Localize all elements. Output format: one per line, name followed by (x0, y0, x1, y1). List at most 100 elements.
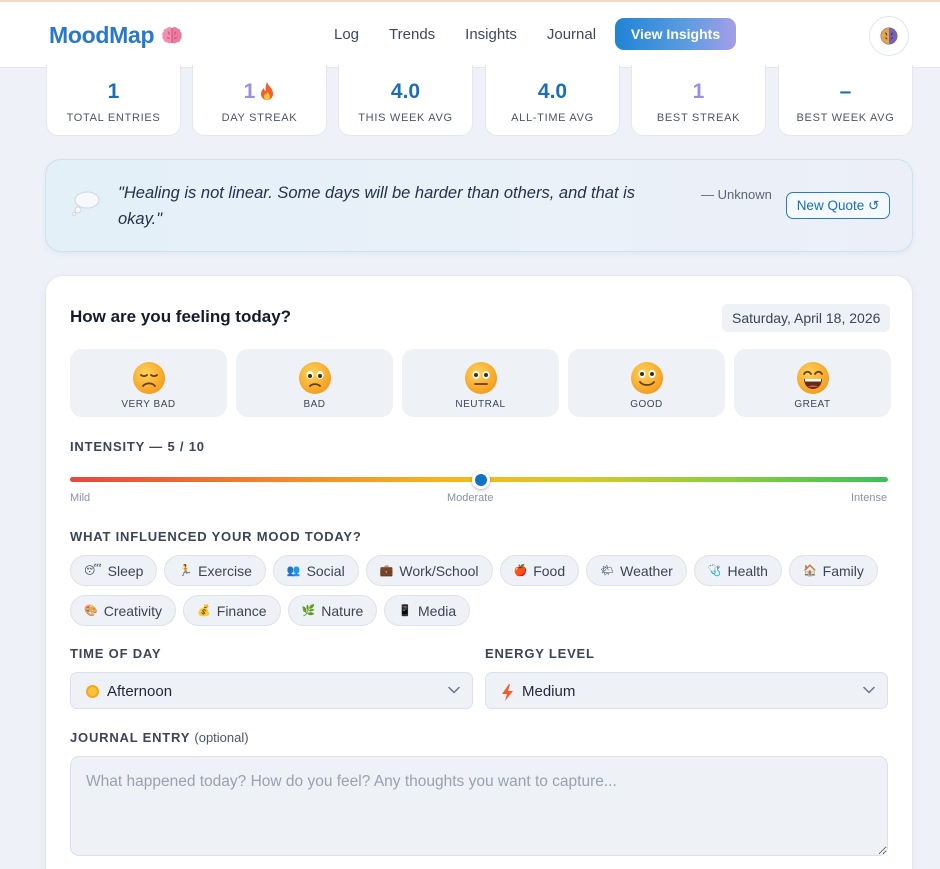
card-title: How are you feeling today? (70, 307, 292, 326)
phone-icon: 📱 (398, 605, 413, 617)
nav-link-journal[interactable]: Journal (547, 26, 596, 43)
mood-option-very-bad[interactable]: VERY BAD (70, 349, 227, 417)
date-chip: Saturday, April 18, 2026 (722, 304, 891, 332)
brand-name: MoodMap (49, 22, 155, 48)
chevron-down-icon (448, 686, 460, 694)
sleep-icon: 😴 (84, 565, 102, 577)
stat-card-total-entries: 1 TOTAL ENTRIES (46, 65, 181, 136)
tag-work-school[interactable]: 💼 Work/School (365, 555, 493, 586)
intensity-label: INTENSITY — 5 / 10 (70, 439, 205, 454)
lightning-icon (502, 684, 513, 701)
time-of-day-select[interactable]: Afternoon (70, 672, 473, 709)
tag-weather[interactable]: 🌤 Weather (586, 555, 687, 586)
brain-icon (880, 27, 898, 45)
stethoscope-icon: 🩺 (707, 565, 722, 577)
nav-links: Log Trends Insights Journal (334, 26, 626, 43)
tag-label: Creativity (103, 602, 163, 619)
intensity-slider-thumb[interactable] (472, 471, 490, 489)
chevron-down-icon (863, 686, 875, 694)
intensity-scale-moderate: Moderate (447, 492, 494, 504)
tag-media[interactable]: 📱 Media (384, 595, 471, 626)
influence-tags: 😴 Sleep 🏃 Exercise 👥 Social 💼 Work/School 🍎 F… (70, 555, 900, 626)
quote-text: "Healing is not linear. Some days will b… (118, 184, 636, 228)
tag-family[interactable]: 🏠 Family (788, 555, 878, 586)
tag-label: Exercise (198, 562, 252, 579)
quote-banner: "Healing is not linear. Some days will b… (45, 159, 913, 252)
good-face-icon (630, 362, 663, 394)
journal-optional-text: (optional) (194, 730, 249, 745)
tag-label: Weather (620, 562, 673, 579)
stat-value: – (839, 80, 852, 103)
stat-value: 1 (107, 80, 120, 103)
tag-label: Work/School (399, 562, 479, 579)
tag-label: Finance (216, 602, 267, 619)
tag-exercise[interactable]: 🏃 Exercise (164, 555, 266, 586)
thought-bubble-icon (71, 191, 100, 216)
stat-value: 4.0 (390, 80, 421, 103)
stat-value: 1 (692, 80, 705, 103)
tag-label: Media (418, 602, 457, 619)
time-of-day-label: TIME OF DAY (70, 646, 162, 661)
fire-icon (261, 82, 274, 100)
stat-card-day-streak: 1 DAY STREAK (192, 65, 327, 136)
journal-label-text: JOURNAL ENTRY (70, 730, 190, 745)
energy-level-select[interactable]: Medium (485, 672, 888, 709)
stat-label: DAY STREAK (221, 112, 298, 124)
nav-link-trends[interactable]: Trends (389, 26, 435, 43)
new-quote-button[interactable]: New Quote ↺ (786, 192, 890, 219)
tag-label: Nature (321, 602, 364, 619)
neutral-face-icon (464, 362, 497, 394)
tag-nature[interactable]: 🌿 Nature (287, 595, 378, 626)
palette-icon: 🎨 (84, 605, 98, 617)
great-face-icon (796, 362, 829, 394)
tag-finance[interactable]: 💰 Finance (183, 595, 281, 626)
journal-entry-label: JOURNAL ENTRY (optional) (70, 730, 249, 745)
intensity-scale-intense: Intense (851, 492, 888, 504)
influences-label: WHAT INFLUENCED YOUR MOOD TODAY? (70, 529, 362, 544)
mood-label: GOOD (630, 399, 663, 410)
journal-textarea[interactable] (70, 756, 888, 856)
quote-author: — Unknown (701, 187, 772, 202)
nav-link-insights[interactable]: Insights (465, 26, 517, 43)
stat-value: 1 (243, 80, 256, 103)
bad-face-icon (298, 362, 331, 394)
mood-option-neutral[interactable]: NEUTRAL (402, 349, 559, 417)
nav-link-log[interactable]: Log (334, 26, 359, 43)
tag-label: Food (533, 562, 566, 579)
mood-entry-card: How are you feeling today? Saturday, Apr… (45, 275, 913, 869)
brand-logo[interactable]: MoodMap (49, 22, 184, 49)
sun-icon (86, 685, 99, 698)
stat-card-all-time-avg: 4.0 ALL-TIME AVG (485, 65, 620, 136)
stat-label: BEST STREAK (656, 112, 741, 124)
stat-card-best-streak: 1 BEST STREAK (631, 65, 766, 136)
stat-card-best-week-avg: – BEST WEEK AVG (778, 65, 913, 136)
stat-label: THIS WEEK AVG (358, 112, 453, 124)
leaf-icon: 🌿 (301, 605, 316, 617)
energy-level-label: ENERGY LEVEL (485, 646, 595, 661)
avatar[interactable] (869, 16, 909, 56)
house-icon: 🏠 (802, 565, 817, 577)
people-icon: 👥 (286, 565, 301, 577)
stat-value-row: 1 (193, 79, 326, 105)
mood-label: VERY BAD (121, 399, 176, 410)
tag-label: Social (306, 562, 345, 579)
tag-health[interactable]: 🩺 Health (693, 555, 782, 586)
mood-option-great[interactable]: GREAT (734, 349, 891, 417)
view-insights-button[interactable]: View Insights (615, 18, 736, 50)
mood-selector: VERY BAD BAD NEUTRAL GOOD GREAT (70, 349, 891, 417)
tag-food[interactable]: 🍎 Food (499, 555, 580, 586)
briefcase-icon: 💼 (379, 565, 394, 577)
mood-option-good[interactable]: GOOD (568, 349, 725, 417)
tag-creativity[interactable]: 🎨 Creativity (70, 595, 177, 626)
running-icon: 🏃 (178, 565, 193, 577)
tag-sleep[interactable]: 😴 Sleep (70, 555, 158, 586)
stat-label: ALL-TIME AVG (511, 112, 594, 124)
tag-label: Health (727, 562, 768, 579)
stat-label: BEST WEEK AVG (796, 112, 895, 124)
mood-option-bad[interactable]: BAD (236, 349, 393, 417)
tag-label: Family (822, 562, 864, 579)
tag-social[interactable]: 👥 Social (272, 555, 359, 586)
time-of-day-value: Afternoon (107, 683, 173, 700)
mood-label: BAD (303, 399, 326, 410)
intensity-scale-mild: Mild (70, 492, 91, 504)
